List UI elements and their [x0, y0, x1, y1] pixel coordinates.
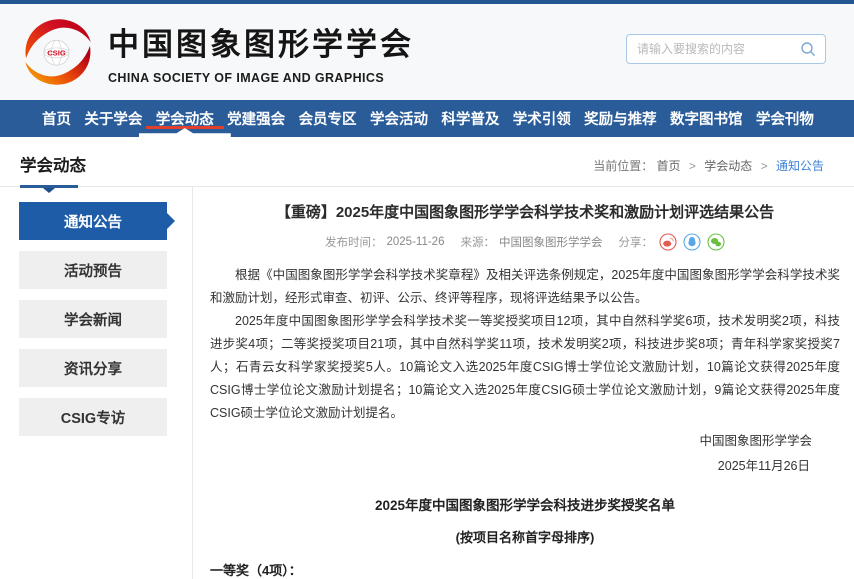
signoff-date: 2025年11月26日 [210, 454, 812, 479]
site-logo[interactable]: CSIG 中国图象图形学学会 CHINA SOCIETY OF IMAGE AN… [20, 14, 414, 90]
page-title-caret [43, 188, 55, 193]
sidebar-item-csig-interview[interactable]: CSIG专访 [19, 398, 167, 436]
nav-item-label: 党建强会 [227, 108, 285, 129]
article-content: 【重磅】2025年度中国图象图形学学会科学技术奖和激励计划评选结果公告 发布时间… [193, 187, 854, 579]
search-input[interactable] [637, 42, 800, 56]
article-meta: 发布时间： 2025-11-26 来源： 中国图象图形学学会 分享： [210, 233, 840, 251]
sidebar-item-previews[interactable]: 活动预告 [19, 251, 167, 289]
nav-item-label: 会员专区 [299, 108, 357, 129]
nav-item-label: 学会活动 [370, 108, 428, 129]
nav-item-label: 学会刊物 [756, 108, 814, 129]
nav-item-label: 奖励与推荐 [584, 108, 657, 129]
publish-time-label: 发布时间： [325, 234, 383, 250]
nav-item-home[interactable]: 首页 [38, 100, 75, 137]
sidebar-item-society-news[interactable]: 学会新闻 [19, 300, 167, 338]
sidebar-item-notices[interactable]: 通知公告 [19, 202, 167, 240]
share-weibo-button[interactable] [659, 233, 677, 251]
nav-item-label: 关于学会 [84, 108, 142, 129]
source-label: 来源： [460, 234, 495, 250]
nav-item-activities[interactable]: 学会活动 [366, 100, 432, 137]
breadcrumb-current[interactable]: 通知公告 [776, 159, 824, 173]
sidebar-item-label: 活动预告 [64, 260, 122, 281]
section-title-wrap: 学会动态 [20, 152, 86, 186]
nav-item-about[interactable]: 关于学会 [80, 100, 146, 137]
sidebar-item-label: 通知公告 [64, 211, 122, 232]
breadcrumb: 当前位置： 首页 > 学会动态 > 通知公告 [593, 157, 824, 186]
nav-item-label: 科学普及 [441, 108, 499, 129]
sidebar-item-label: 学会新闻 [64, 309, 122, 330]
source-value: 中国图象图形学学会 [499, 234, 603, 250]
breadcrumb-section[interactable]: 学会动态 [704, 159, 752, 173]
share-wechat-button[interactable] [707, 233, 725, 251]
article-paragraph: 根据《中国图象图形学学会科学技术奖章程》及相关评选条例规定，2025年度中国图象… [210, 264, 840, 310]
weibo-icon [659, 233, 677, 251]
share-icons [659, 233, 725, 251]
main-nav: 首页 关于学会 学会动态 党建强会 会员专区 学会活动 科学普及 学术引领 奖励… [0, 100, 854, 137]
nav-item-label: 学术引领 [513, 108, 571, 129]
article-title: 【重磅】2025年度中国图象图形学学会科学技术奖和激励计划评选结果公告 [210, 201, 840, 222]
nav-item-awards[interactable]: 奖励与推荐 [580, 100, 661, 137]
award-level-heading: 一等奖（4项）： [210, 560, 840, 579]
signoff-org: 中国图象图形学学会 [210, 429, 812, 454]
sidebar-active-arrow-icon [166, 212, 175, 230]
active-nav-caret [139, 128, 231, 137]
breadcrumb-label: 当前位置： [593, 159, 653, 173]
nav-item-members[interactable]: 会员专区 [295, 100, 361, 137]
nav-item-journals[interactable]: 学会刊物 [752, 100, 818, 137]
award-list-heading: 2025年度中国图象图形学学会科技进步奖授奖名单 [210, 494, 840, 514]
award-list-subheading: (按项目名称首字母排序) [210, 527, 840, 546]
breadcrumb-row: 学会动态 当前位置： 首页 > 学会动态 > 通知公告 [0, 137, 854, 187]
logo-title-cn: 中国图象图形学学会 [108, 19, 414, 64]
share-qq-button[interactable] [683, 233, 701, 251]
search-button[interactable] [800, 41, 817, 58]
sidebar: 通知公告 活动预告 学会新闻 资讯分享 CSIG专访 [0, 187, 193, 579]
sidebar-item-label: 资讯分享 [64, 358, 122, 379]
qq-icon [683, 233, 701, 251]
wechat-icon [707, 233, 725, 251]
nav-item-news[interactable]: 学会动态 [152, 100, 218, 137]
nav-item-library[interactable]: 数字图书馆 [666, 100, 747, 137]
breadcrumb-separator: > [689, 159, 696, 173]
search-icon [800, 41, 817, 58]
nav-item-science[interactable]: 科学普及 [437, 100, 503, 137]
share-label: 分享： [618, 234, 653, 250]
page-title-underline [20, 185, 78, 188]
search-box [626, 34, 826, 64]
logo-text: 中国图象图形学学会 CHINA SOCIETY OF IMAGE AND GRA… [108, 19, 414, 85]
site-header: CSIG 中国图象图形学学会 CHINA SOCIETY OF IMAGE AN… [0, 4, 854, 100]
sidebar-item-info-share[interactable]: 资讯分享 [19, 349, 167, 387]
article-paragraph: 2025年度中国图象图形学学会科学技术奖一等奖授奖项目12项，其中自然科学奖6项… [210, 310, 840, 425]
article-signoff: 中国图象图形学学会 2025年11月26日 [210, 429, 840, 479]
nav-item-label: 首页 [42, 108, 71, 129]
nav-item-academic[interactable]: 学术引领 [509, 100, 575, 137]
nav-item-label: 数字图书馆 [670, 108, 743, 129]
breadcrumb-separator: > [761, 159, 768, 173]
nav-item-party[interactable]: 党建强会 [223, 100, 289, 137]
publish-time-value: 2025-11-26 [387, 236, 445, 248]
svg-text:CSIG: CSIG [47, 48, 66, 57]
page-title: 学会动态 [20, 152, 86, 185]
breadcrumb-home[interactable]: 首页 [657, 159, 681, 173]
sidebar-item-label: CSIG专访 [61, 407, 125, 428]
csig-logo-icon: CSIG [20, 14, 96, 90]
logo-title-en: CHINA SOCIETY OF IMAGE AND GRAPHICS [108, 71, 414, 85]
main-area: 通知公告 活动预告 学会新闻 资讯分享 CSIG专访 【重磅】2025年度中国图… [0, 187, 854, 579]
